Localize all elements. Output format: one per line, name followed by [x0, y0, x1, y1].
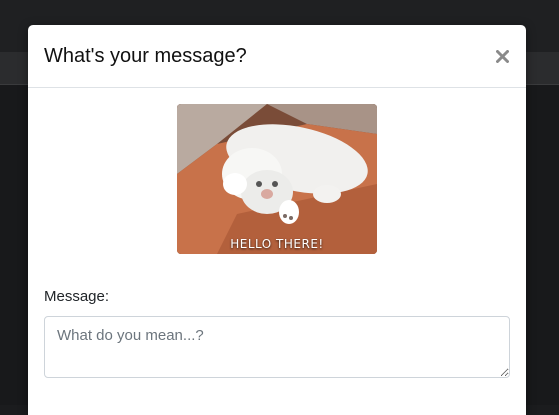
message-label: Message: [44, 288, 110, 305]
modal-title: What's your message? [44, 45, 247, 67]
modal-header: What's your message? [28, 25, 526, 88]
gif-caption: HELLO THERE! [230, 237, 324, 251]
close-button[interactable] [492, 42, 512, 66]
cat-gif-image: HELLO THERE! [177, 104, 377, 254]
message-textarea[interactable] [44, 316, 510, 378]
message-modal: What's your message? HELLO THERE! Messag… [28, 25, 526, 415]
close-icon [492, 49, 512, 63]
